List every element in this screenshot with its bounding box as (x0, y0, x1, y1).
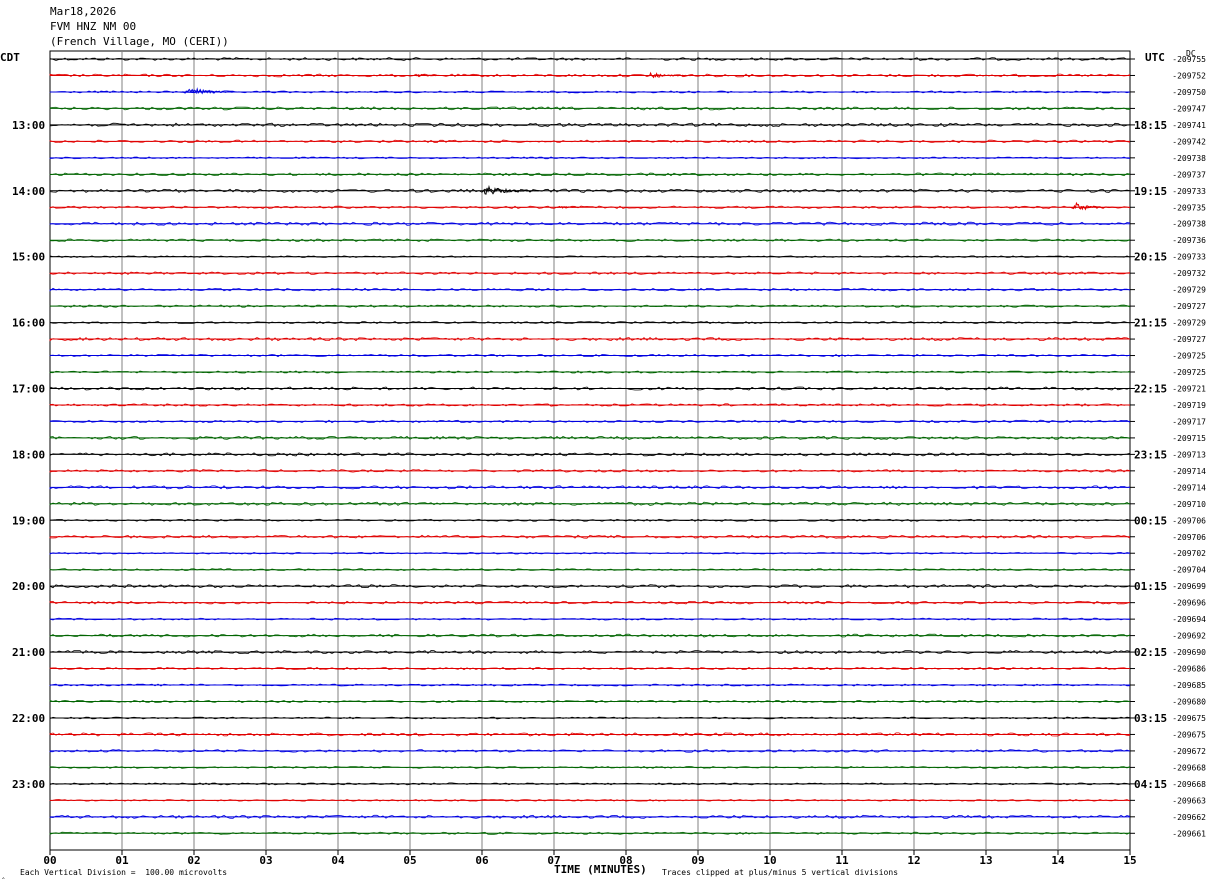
trace-noise (49, 683, 1131, 687)
dc-offset-label: -209733 (1172, 187, 1206, 196)
seismic-event (1071, 201, 1116, 211)
dc-offset-label: -209721 (1172, 384, 1206, 393)
left-hour-label: 13:00 (12, 119, 45, 132)
dc-offset-label: -209675 (1172, 714, 1206, 723)
dc-offset-label: -209738 (1172, 220, 1206, 229)
dc-offset-label: -209732 (1172, 269, 1206, 278)
x-tick-label: 10 (763, 854, 776, 867)
dc-offset-label: -209727 (1172, 335, 1206, 344)
dc-offset-label: -209680 (1172, 697, 1206, 706)
dc-offset-label: -209675 (1172, 730, 1206, 739)
dc-offset-label: -209715 (1172, 434, 1206, 443)
right-hour-label: 18:15 (1134, 119, 1167, 132)
x-tick-label: 03 (259, 854, 272, 867)
scale-note: Each Vertical Division = 100.00 microvol… (20, 868, 228, 877)
right-hour-label: 21:15 (1134, 317, 1167, 330)
dc-offset-label: -209738 (1172, 154, 1206, 163)
dc-offset-label: -209729 (1172, 286, 1206, 295)
right-hour-label: 20:15 (1134, 251, 1167, 264)
left-hour-label: 14:00 (12, 185, 45, 198)
dc-offset-label: -209752 (1172, 71, 1206, 80)
left-hour-label: 16:00 (12, 317, 45, 330)
dc-offset-label: -209710 (1172, 500, 1206, 509)
dc-offset-label: -209668 (1172, 763, 1206, 772)
dc-offset-label: -209736 (1172, 236, 1206, 245)
dc-offset-label: -209704 (1172, 566, 1206, 575)
left-hour-label: 23:00 (12, 778, 45, 791)
dc-offset-label: -209733 (1172, 253, 1206, 262)
dc-offset-label: -209713 (1172, 450, 1206, 459)
x-tick-label: 05 (403, 854, 416, 867)
left-hour-label: 15:00 (12, 251, 45, 264)
dc-offset-label: -209714 (1172, 467, 1206, 476)
dc-offset-label: -209699 (1172, 582, 1206, 591)
dc-offset-label: -209714 (1172, 483, 1206, 492)
x-tick-label: 13 (979, 854, 992, 867)
dc-offset-label: -209729 (1172, 319, 1206, 328)
dc-offset-label: -209696 (1172, 599, 1206, 608)
dc-offset-label: -209735 (1172, 203, 1206, 212)
dc-offset-label: -209661 (1172, 829, 1206, 838)
x-tick-label: 09 (691, 854, 704, 867)
left-hour-label: 17:00 (12, 382, 45, 395)
x-tick-label: 06 (475, 854, 489, 867)
x-tick-label: 14 (1051, 854, 1065, 867)
left-hour-label: 19:00 (12, 514, 45, 527)
dc-offset-label: -209747 (1172, 104, 1206, 113)
x-tick-label: 11 (835, 854, 849, 867)
dc-offset-label: -209725 (1172, 368, 1206, 377)
x-axis-label: TIME (MINUTES) (554, 863, 647, 876)
dc-offset-label: -209742 (1172, 137, 1206, 146)
dc-offset-label: -209750 (1172, 88, 1206, 97)
right-hour-label: 02:15 (1134, 646, 1167, 659)
dc-offset-label: -209690 (1172, 648, 1206, 657)
right-hour-label: 00:15 (1134, 514, 1167, 527)
dc-offset-label: -209719 (1172, 401, 1206, 410)
x-tick-label: 15 (1123, 854, 1136, 867)
dc-offset-label: -209706 (1172, 516, 1206, 525)
x-tick-label: 12 (907, 854, 920, 867)
right-hour-label: 22:15 (1134, 382, 1167, 395)
x-tick-label: 02 (187, 854, 200, 867)
helicorder-chart: 00 01 02 03 04 05 06 07 08 09 10 11 12 13 14 15-209755-… (12, 50, 1206, 867)
left-hour-label: 22:00 (12, 712, 45, 725)
dc-offset-label: -209692 (1172, 632, 1206, 641)
clip-note: Traces clipped at plus/minus 5 vertical … (662, 868, 899, 877)
dc-offset-label: -209663 (1172, 796, 1206, 805)
dc-offset-label: -209702 (1172, 549, 1206, 558)
right-hour-label: 19:15 (1134, 185, 1167, 198)
left-hour-label: 20:00 (12, 580, 45, 593)
x-tick-label: 01 (115, 854, 129, 867)
dc-offset-label: -209672 (1172, 747, 1206, 756)
right-hour-label: 03:15 (1134, 712, 1167, 725)
right-hour-label: 01:15 (1134, 580, 1167, 593)
left-hour-label: 21:00 (12, 646, 45, 659)
dc-offset-label: -209727 (1172, 302, 1206, 311)
left-hour-label: 18:00 (12, 448, 45, 461)
dc-offset-label: -209668 (1172, 780, 1206, 789)
dc-offset-label: -209737 (1172, 170, 1206, 179)
dc-offset-label: -209717 (1172, 417, 1206, 426)
dc-offset-label: -209694 (1172, 615, 1206, 624)
dc-offset-label: -209725 (1172, 352, 1206, 361)
x-tick-label: 04 (331, 854, 345, 867)
dc-offset-label: -209662 (1172, 813, 1206, 822)
dc-offset-label: -209686 (1172, 665, 1206, 674)
dc-offset-label: -209685 (1172, 681, 1206, 690)
plot-frame (49, 50, 1131, 851)
dc-offset-label: -209706 (1172, 533, 1206, 542)
right-hour-label: 23:15 (1134, 448, 1167, 461)
corner-mark: ‸ (2, 870, 5, 879)
right-hour-label: 04:15 (1134, 778, 1167, 791)
dc-offset-label: -209755 (1172, 55, 1206, 64)
x-tick-label: 00 (43, 854, 56, 867)
dc-offset-label: -209741 (1172, 121, 1206, 130)
trace-noise (49, 255, 1131, 258)
